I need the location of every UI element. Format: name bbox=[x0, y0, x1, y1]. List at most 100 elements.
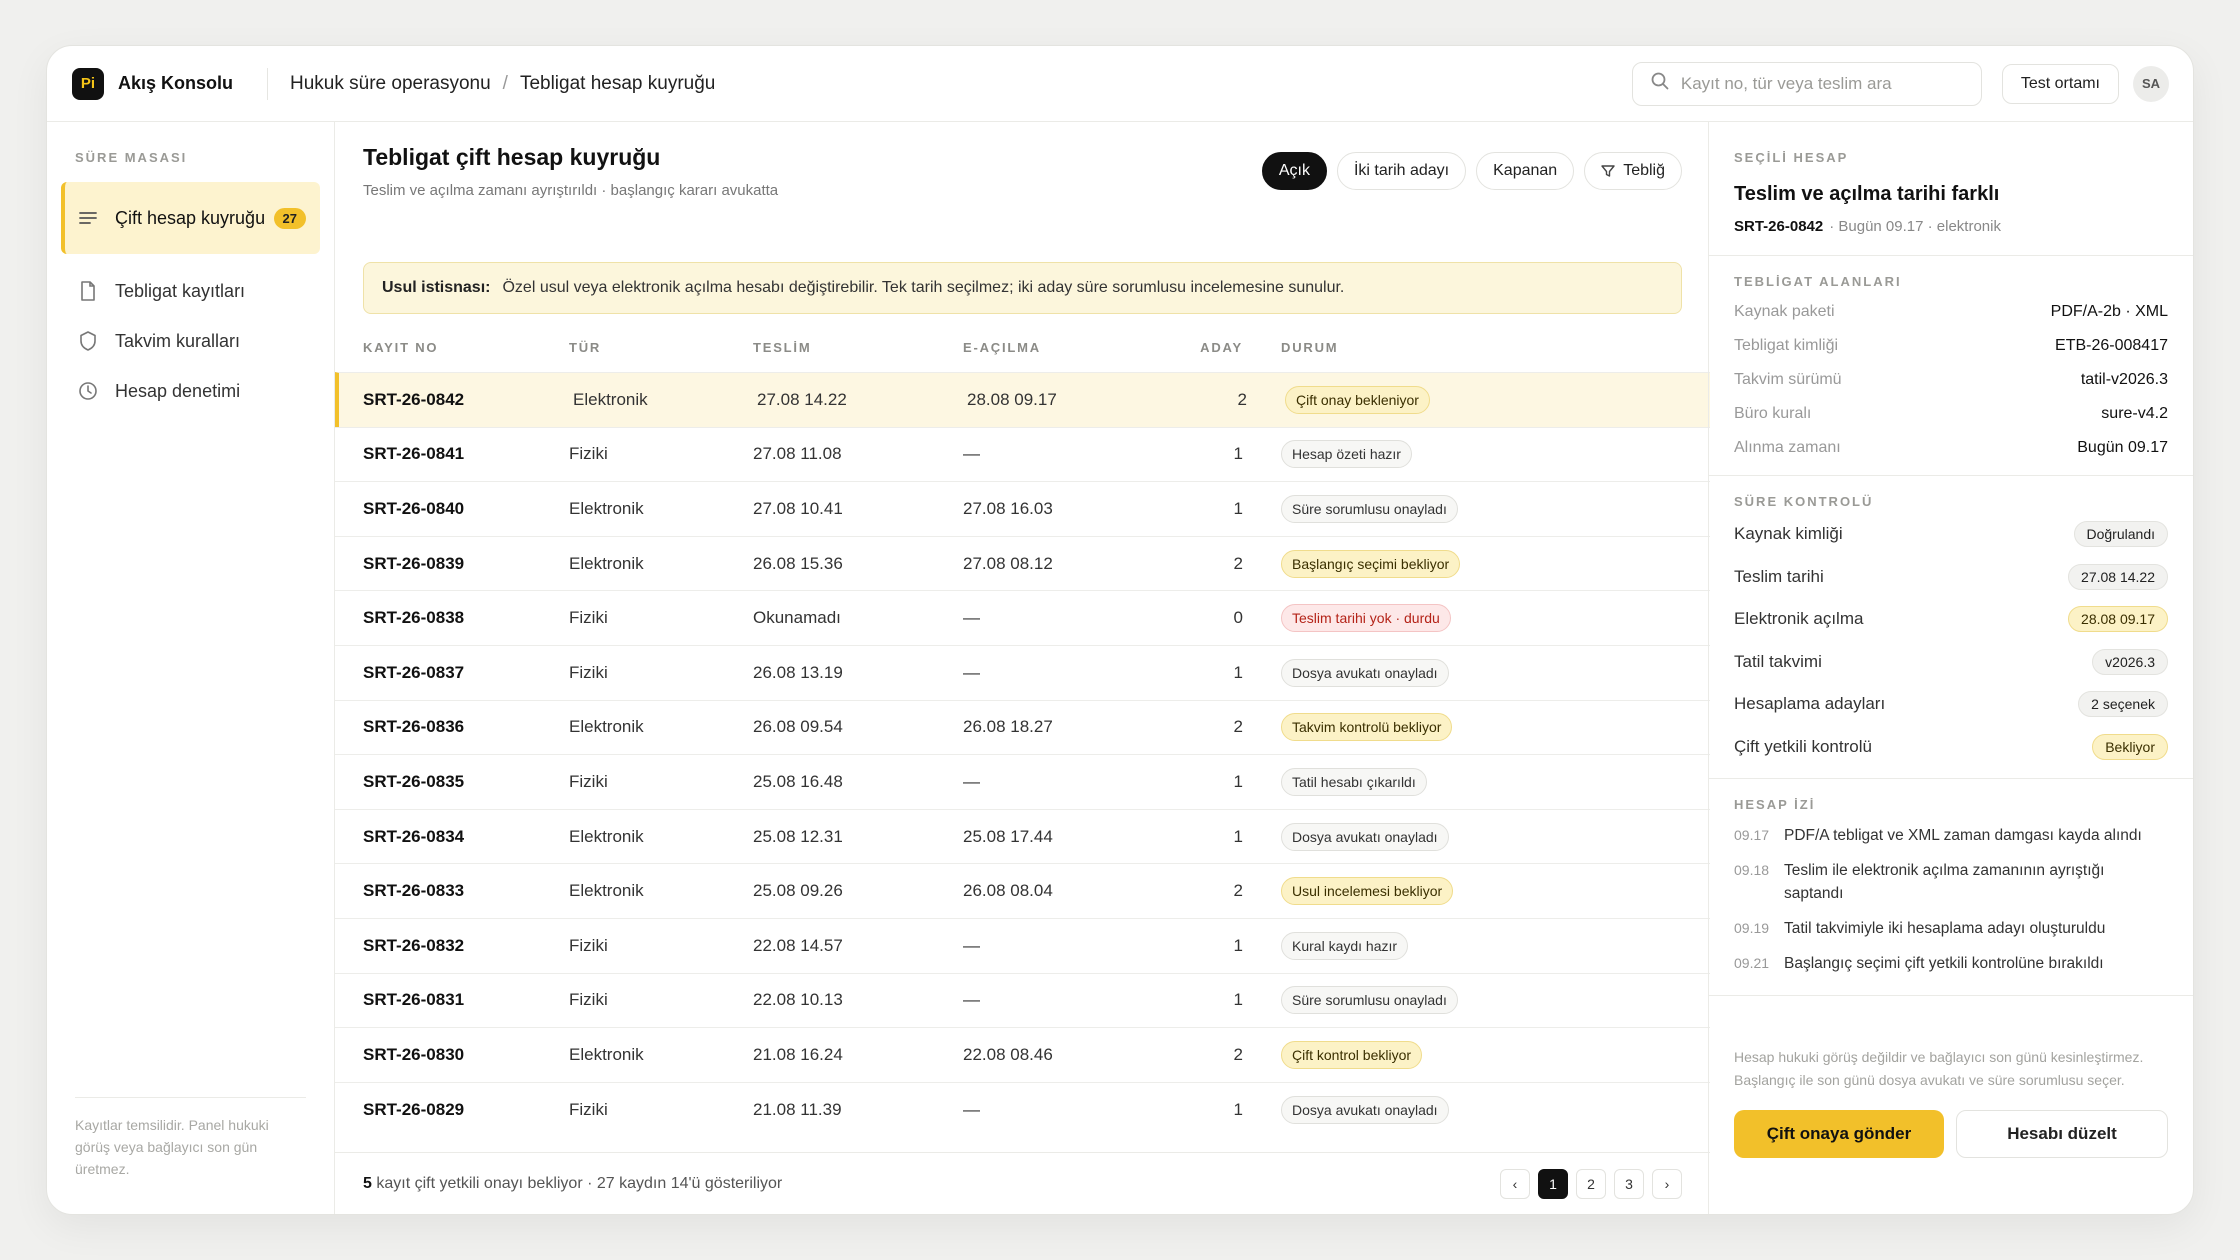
sidebar-item-label: Tebligat kayıtları bbox=[115, 281, 246, 301]
sidebar-item-label: Çift hesap kuyruğu bbox=[115, 208, 266, 228]
cell-e-open: 26.08 18.27 bbox=[963, 717, 1053, 737]
cell-record-no: SRT-26-0839 bbox=[363, 553, 465, 573]
table-row[interactable]: SRT-26-0833 Elektronik 25.08 09.26 26.08 08… bbox=[335, 863, 1710, 918]
status-badge: Usul incelemesi bekliyor bbox=[1281, 877, 1454, 906]
page-2-button[interactable]: 2 bbox=[1576, 1168, 1606, 1199]
table-row[interactable]: SRT-26-0831 Fiziki 22.08 10.13 — 1 Süre sorum… bbox=[335, 972, 1710, 1028]
table-row[interactable]: SRT-26-0834 Elektronik 25.08 12.31 25.08 17… bbox=[335, 808, 1710, 864]
sidebar-item-label: Takvim kuralları bbox=[115, 331, 241, 351]
table-row[interactable]: SRT-26-0832 Fiziki 22.08 14.57 — 1 Kural kayd… bbox=[335, 917, 1710, 973]
top-bar: Pi Akış Konsolu Hukuk süre operasyonu / … bbox=[47, 46, 2193, 122]
table-row[interactable]: SRT-26-0837 Fiziki 26.08 13.19 — 1 Dosya avuk… bbox=[335, 644, 1710, 700]
cell-record-no: SRT-26-0833 bbox=[363, 881, 465, 901]
breadcrumb-root[interactable]: Hukuk süre operasyonu bbox=[290, 73, 491, 95]
prev-page-button[interactable]: ‹ bbox=[1500, 1168, 1530, 1199]
field-row: Alınma zamanı Bugün 09.17 bbox=[1734, 431, 2168, 465]
cell-type: Elektronik bbox=[573, 389, 648, 409]
detail-meta-text: · Bugün 09.17 · elektronik bbox=[1829, 218, 2001, 235]
table-row[interactable]: SRT-26-0829 Fiziki 21.08 11.39 — 1 Dosya avuk… bbox=[335, 1081, 1710, 1137]
avatar[interactable]: SA bbox=[2133, 65, 2169, 102]
status-badge: Kural kaydı hazır bbox=[1281, 931, 1409, 960]
section-heading: SÜRE KONTROLÜ bbox=[1734, 494, 1874, 509]
table-row[interactable]: SRT-26-0830 Elektronik 21.08 16.24 22.08 08… bbox=[335, 1027, 1710, 1082]
table-row[interactable]: SRT-26-0836 Elektronik 26.08 09.54 26.08 18… bbox=[335, 699, 1710, 755]
col-record-no[interactable]: KAYIT NO bbox=[335, 340, 569, 355]
trail-time: 09.18 bbox=[1734, 862, 1770, 878]
cell-record-no: SRT-26-0830 bbox=[363, 1044, 465, 1064]
field-value: Bugün 09.17 bbox=[2077, 439, 2168, 456]
sidebar-item-double-calc-queue[interactable]: Çift hesap kuyruğu 27 bbox=[61, 182, 320, 254]
next-page-button[interactable]: › bbox=[1652, 1168, 1682, 1199]
cell-type: Fiziki bbox=[569, 444, 608, 464]
page-1-button[interactable]: 1 bbox=[1538, 1168, 1568, 1199]
cell-e-open: — bbox=[963, 608, 980, 628]
cell-type: Fiziki bbox=[569, 1099, 608, 1119]
status-badge: Başlangıç seçimi bekliyor bbox=[1281, 549, 1461, 578]
cell-record-no: SRT-26-0840 bbox=[363, 498, 465, 518]
cell-delivery: 27.08 11.08 bbox=[753, 444, 842, 464]
table-row[interactable]: SRT-26-0838 Fiziki Okunamadı — 0 Teslim tarih… bbox=[335, 590, 1710, 645]
col-delivery[interactable]: TESLİM bbox=[753, 340, 963, 355]
check-status-pill: 27.08 14.22 bbox=[2068, 563, 2168, 590]
field-key: Tebligat kimliği bbox=[1734, 337, 1839, 354]
status-badge: Süre sorumlusu onayladı bbox=[1281, 986, 1458, 1015]
filter-notification[interactable]: Tebliğ bbox=[1584, 152, 1682, 190]
table-row[interactable]: SRT-26-0840 Elektronik 27.08 10.41 27.08 16… bbox=[335, 481, 1710, 536]
field-value: PDF/A-2b · XML bbox=[2050, 303, 2168, 320]
status-badge: Takvim kontrolü bekliyor bbox=[1281, 713, 1453, 742]
footer-count: 5 bbox=[363, 1174, 372, 1192]
cell-delivery: 26.08 15.36 bbox=[753, 553, 843, 573]
sidebar-item-calendar-rules[interactable]: Takvim kuralları bbox=[61, 316, 320, 366]
table-row[interactable]: SRT-26-0841 Fiziki 27.08 11.08 — 1 Hesap özet… bbox=[335, 426, 1710, 482]
table-row[interactable]: SRT-26-0835 Fiziki 25.08 16.48 — 1 Tatil hesa… bbox=[335, 754, 1710, 809]
cell-type: Elektronik bbox=[569, 881, 644, 901]
table-header: KAYIT NO TÜR TESLİM E-AÇILMA ADAY DURUM bbox=[335, 322, 1710, 372]
sidebar-item-notification-records[interactable]: Tebligat kayıtları bbox=[61, 266, 320, 316]
filter-label: Tebliğ bbox=[1623, 162, 1665, 179]
col-candidates[interactable]: ADAY bbox=[1163, 340, 1243, 355]
filter-closed[interactable]: Kapanan bbox=[1476, 152, 1575, 190]
cell-status: Dosya avukatı onayladı bbox=[1243, 658, 1710, 687]
search-input[interactable] bbox=[1680, 73, 1961, 94]
cell-e-open: 27.08 16.03 bbox=[963, 498, 1053, 518]
check-status-pill: 2 seçenek bbox=[2078, 691, 2168, 718]
check-status-pill: v2026.3 bbox=[2092, 648, 2168, 675]
sidebar-item-audit[interactable]: Hesap denetimi bbox=[61, 366, 320, 416]
col-status[interactable]: DURUM bbox=[1243, 340, 1710, 355]
status-badge: Dosya avukatı onayladı bbox=[1281, 1095, 1449, 1124]
trail-list: 09.17 PDF/A tebligat ve XML zaman damgası… bbox=[1734, 824, 2168, 975]
environment-button[interactable]: Test ortamı bbox=[2001, 63, 2119, 104]
filter-two-dates[interactable]: İki tarih adayı bbox=[1336, 152, 1467, 190]
page-3-button[interactable]: 3 bbox=[1614, 1168, 1644, 1199]
status-badge: Tatil hesabı çıkarıldı bbox=[1281, 767, 1427, 796]
table-row[interactable]: SRT-26-0839 Elektronik 26.08 15.36 27.08 08… bbox=[335, 535, 1710, 591]
send-double-approval-button[interactable]: Çift onaya gönder bbox=[1734, 1110, 1944, 1158]
cell-candidates: 1 bbox=[1233, 444, 1243, 464]
field-value: ETB-26-008417 bbox=[2055, 337, 2168, 354]
cell-e-open: — bbox=[963, 990, 980, 1010]
filter-open[interactable]: Açık bbox=[1261, 152, 1327, 190]
cell-delivery: 22.08 14.57 bbox=[753, 935, 843, 955]
cell-candidates: 1 bbox=[1233, 990, 1243, 1010]
cell-type: Fiziki bbox=[569, 771, 608, 791]
brand[interactable]: Pi Akış Konsolu bbox=[47, 67, 247, 100]
panel-footer: Hesap hukuki görüş değildir ve bağlayıcı… bbox=[1709, 996, 2193, 1158]
table-row[interactable]: SRT-26-0842 Elektronik 27.08 14.22 28.08 09… bbox=[335, 372, 1710, 427]
cell-status: Hesap özeti hazır bbox=[1243, 440, 1710, 469]
col-e-open[interactable]: E-AÇILMA bbox=[963, 340, 1163, 355]
edit-calc-button[interactable]: Hesabı düzelt bbox=[1956, 1110, 2168, 1158]
status-badge: Dosya avukatı onayladı bbox=[1281, 822, 1449, 851]
app-name: Akış Konsolu bbox=[118, 73, 234, 93]
filter-chips: Açık İki tarih adayı Kapanan Tebliğ bbox=[1261, 152, 1682, 190]
field-row: Büro kuralı sure-v4.2 bbox=[1734, 397, 2168, 431]
status-badge: Çift onay bekleniyor bbox=[1285, 385, 1430, 414]
topbar-divider bbox=[267, 67, 268, 100]
col-type[interactable]: TÜR bbox=[569, 340, 753, 355]
trail-entry: 09.18 Teslim ile elektronik açılma zamanı… bbox=[1734, 859, 2168, 905]
cell-delivery: 26.08 13.19 bbox=[753, 662, 843, 682]
check-row: Hesaplama adayları 2 seçenek bbox=[1734, 683, 2168, 726]
cell-candidates: 1 bbox=[1233, 662, 1243, 682]
field-value: tatil-v2026.3 bbox=[2080, 371, 2168, 388]
search-box[interactable] bbox=[1631, 61, 1982, 106]
check-status-pill: Doğrulandı bbox=[2073, 521, 2168, 548]
